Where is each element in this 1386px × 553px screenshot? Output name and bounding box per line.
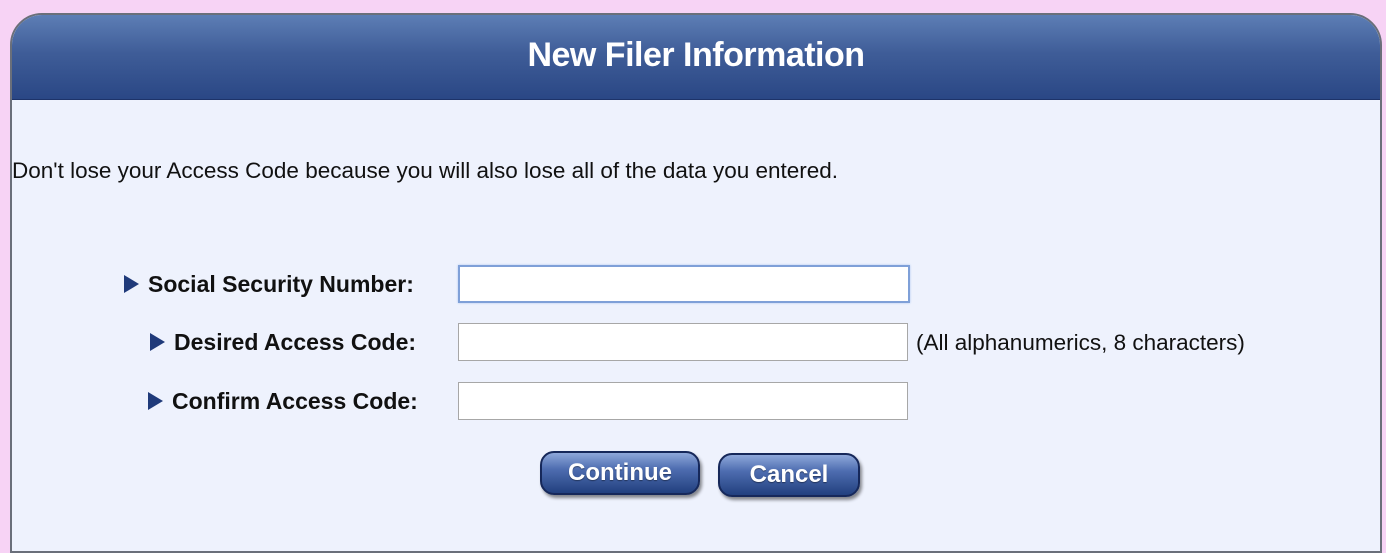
desired-code-hint: (All alphanumerics, 8 characters): [916, 330, 1245, 355]
triangle-right-icon: [148, 392, 163, 410]
continue-button[interactable]: Continue: [540, 451, 700, 495]
ssn-input[interactable]: [458, 265, 910, 303]
ssn-label: Social Security Number:: [148, 270, 414, 297]
triangle-right-icon: [124, 275, 139, 293]
desired-code-row: Desired Access Code:: [150, 322, 416, 362]
cancel-button[interactable]: Cancel: [718, 453, 860, 497]
confirm-code-input[interactable]: [458, 382, 908, 420]
confirm-code-row: Confirm Access Code:: [148, 381, 418, 421]
access-code-notice: Don't lose your Access Code because you …: [12, 158, 839, 183]
new-filer-panel: New Filer Information Don't lose your Ac…: [10, 13, 1382, 553]
ssn-row: Social Security Number:: [124, 264, 414, 304]
panel-title: New Filer Information: [527, 35, 865, 74]
confirm-code-label: Confirm Access Code:: [172, 387, 418, 414]
desired-code-label: Desired Access Code:: [174, 328, 417, 355]
panel-header: New Filer Information: [12, 15, 1380, 100]
desired-code-input[interactable]: [458, 323, 908, 361]
triangle-right-icon: [150, 333, 165, 351]
